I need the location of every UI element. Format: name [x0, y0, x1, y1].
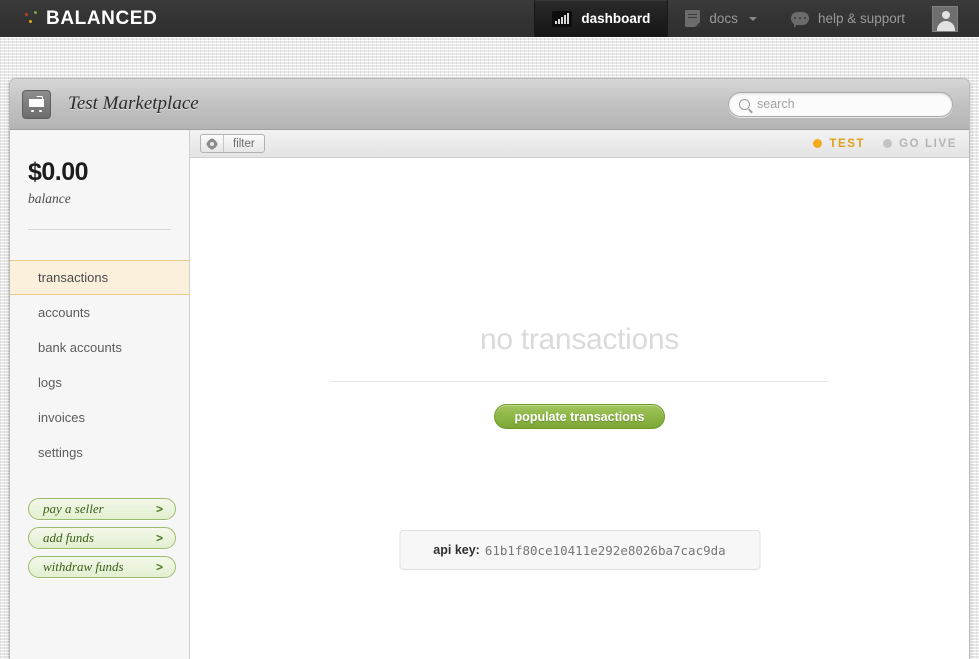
- search-icon: [739, 98, 750, 110]
- populate-transactions-button[interactable]: populate transactions: [493, 404, 666, 429]
- nav-item-help-support[interactable]: help & support: [774, 0, 922, 37]
- brand-name: BALANCED: [46, 7, 158, 29]
- withdraw-funds-label: withdraw funds: [43, 559, 124, 574]
- filter-button[interactable]: filter: [200, 134, 265, 153]
- sidebar-item-invoices[interactable]: invoices: [10, 400, 189, 435]
- sidebar-item-accounts[interactable]: accounts: [10, 295, 189, 330]
- user-avatar-icon: [932, 5, 958, 32]
- sidebar-item-bank-accounts[interactable]: bank accounts: [10, 330, 189, 365]
- api-key-value[interactable]: 61b1f80ce10411e292e8026ba7cac9da: [485, 543, 726, 558]
- mode-test-label: TEST: [829, 137, 866, 150]
- status-dot-icon: [883, 139, 893, 148]
- api-key-label: api key:: [433, 543, 480, 557]
- nav-item-docs[interactable]: docs: [668, 0, 774, 37]
- mode-go-live[interactable]: GO LIVE: [883, 138, 957, 150]
- chevron-right-icon: >: [155, 560, 163, 574]
- balance-label: balance: [28, 191, 71, 206]
- nav-items-group: dashboard docs help & support: [534, 0, 979, 37]
- nav-item-dashboard-label: dashboard: [581, 11, 651, 26]
- sidebar-nav-list: transactions accounts bank accounts logs…: [10, 260, 189, 470]
- mode-test[interactable]: TEST: [813, 138, 865, 150]
- sidebar-action-buttons: pay a seller > add funds > withdraw fund…: [10, 498, 189, 578]
- gear-icon-cell: [201, 135, 224, 152]
- sidebar-item-transactions[interactable]: transactions: [10, 260, 189, 295]
- nav-item-docs-label: docs: [709, 11, 738, 26]
- speech-bubble-icon: [790, 12, 809, 28]
- search-box[interactable]: [728, 91, 953, 117]
- page-title: Test Marketplace: [68, 93, 199, 114]
- pay-a-seller-button[interactable]: pay a seller >: [28, 498, 176, 520]
- pay-a-seller-label: pay a seller: [43, 501, 104, 516]
- divider: [331, 381, 828, 382]
- main-panel: Test Marketplace $0.00 balance transacti…: [9, 78, 970, 659]
- balance-block: $0.00 balance: [10, 140, 189, 207]
- brand-logo[interactable]: BALANCED: [0, 0, 157, 37]
- user-account-menu[interactable]: [922, 0, 979, 37]
- api-key-box: api key: 61b1f80ce10411e292e8026ba7cac9d…: [399, 530, 760, 570]
- sidebar-item-settings[interactable]: settings: [10, 435, 189, 470]
- sidebar: $0.00 balance transactions accounts bank…: [10, 130, 190, 659]
- panel-header: Test Marketplace: [10, 79, 969, 130]
- gear-icon: [207, 138, 217, 149]
- balance-amount: $0.00: [28, 158, 89, 186]
- chevron-right-icon: >: [155, 531, 163, 545]
- filter-button-label: filter: [233, 137, 255, 150]
- withdraw-funds-button[interactable]: withdraw funds >: [28, 556, 176, 578]
- empty-state: no transactions populate transactions: [190, 158, 969, 429]
- logo-dots-icon: [25, 10, 39, 27]
- environment-mode-toggle: TEST GO LIVE: [813, 138, 957, 150]
- sidebar-item-logs[interactable]: logs: [10, 365, 189, 400]
- mode-go-live-label: GO LIVE: [899, 137, 957, 150]
- divider: [28, 229, 171, 230]
- main-content: filter TEST GO LIVE no transactions popu…: [190, 130, 969, 659]
- panel-body: $0.00 balance transactions accounts bank…: [10, 130, 969, 659]
- nav-item-help-support-label: help & support: [817, 11, 905, 26]
- nav-item-dashboard[interactable]: dashboard: [534, 0, 669, 37]
- add-funds-button[interactable]: add funds >: [28, 527, 176, 549]
- dashboard-chart-icon: [552, 10, 573, 27]
- chevron-right-icon: >: [155, 502, 163, 516]
- status-dot-icon: [813, 139, 823, 148]
- top-navigation-bar: BALANCED dashboard docs help & support: [0, 0, 979, 37]
- empty-state-title: no transactions: [480, 323, 679, 356]
- add-funds-label: add funds: [43, 530, 94, 545]
- shopping-cart-icon: [22, 89, 51, 119]
- chevron-down-icon: [748, 16, 757, 21]
- search-input[interactable]: [757, 97, 942, 111]
- filter-toolbar: filter TEST GO LIVE: [190, 130, 969, 158]
- document-icon: [685, 10, 701, 27]
